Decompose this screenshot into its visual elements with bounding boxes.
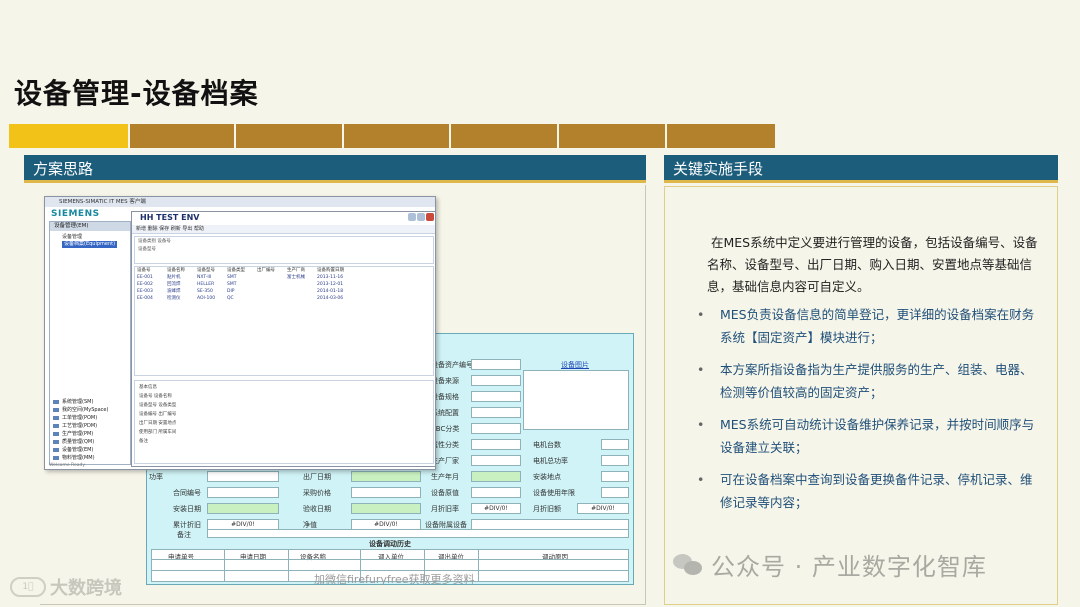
key-measures-heading: 关键实施手段 (664, 155, 1058, 183)
wechat-watermark: 公众号 · 产业数字化智库 (673, 546, 987, 582)
solution-panel-heading: 方案思路 (24, 155, 646, 183)
menu-item[interactable]: 设备管理(EM) (50, 446, 130, 454)
filter-area[interactable]: 设备类别 设备号 设备型号 (134, 236, 434, 264)
app-toolbar[interactable]: 新增 删除 保存 刷新 导出 帮助 (132, 225, 435, 234)
bullet-item: MES系统可自动统计设备维护保养记录，并按时间顺序与设备建立关联； (695, 413, 1040, 459)
table-row[interactable]: EE-001 贴片机 NXT-III SMT 富士机械 2013-11-16 (135, 274, 433, 281)
menu-item[interactable]: 系统管理(SM) (50, 398, 130, 406)
maximize-icon[interactable] (417, 213, 425, 221)
slide-title: 设备管理-设备档案 (14, 77, 259, 110)
detail-form[interactable]: 基本信息 设备号 设备名称 设备型号 设备类型 设备编号 出厂编号 出厂日期 安… (134, 380, 434, 464)
corner-brand-text: 大数跨境 (50, 578, 122, 599)
table-row[interactable]: EE-004 检测仪 AOI-100 QC 2014-03-06 (135, 295, 433, 302)
window-controls (408, 213, 434, 221)
brand-logo-icon: 1⃝ (10, 577, 46, 597)
equipment-photo-link[interactable]: 设备图片 (561, 360, 589, 370)
menu-item[interactable]: 生产管理(PM) (50, 430, 130, 438)
table-row[interactable]: EE-003 波峰焊 SE-350 DIP 2014-01-18 (135, 288, 433, 295)
equipment-grid: 设备号 设备名称 设备型号 设备类型 出厂编号 生产厂商 设备购置日期 EE-001 贴片机 N… (134, 266, 434, 376)
watermark-text: 加微信firefuryfree获取更多资料 (314, 573, 475, 586)
table-row[interactable]: EE-002 回流焊 HELLER SMT 2013-12-01 (135, 281, 433, 288)
wechat-account-text: 公众号 · 产业数字化智库 (711, 552, 987, 581)
siemens-logo: SIEMENS (51, 209, 100, 219)
app-window-title: SIEMENS-SIMATIC IT MES 客户端 (45, 197, 435, 207)
decorative-color-bar (9, 124, 779, 148)
bullet-list: MES负责设备信息的简单登记，更详细的设备档案在财务系统【固定资产】模块进行； … (695, 303, 1040, 523)
bullet-item: 本方案所指设备指为生产提供服务的生产、组装、电器、检测等价值较高的固定资产； (695, 358, 1040, 404)
menu-item[interactable]: 我的空间(MySpace) (50, 406, 130, 414)
nav-tree: 设备管理 设备档案(Equipment) (62, 234, 118, 248)
grid-header-row: 设备号 设备名称 设备型号 设备类型 出厂编号 生产厂商 设备购置日期 (137, 268, 344, 273)
menu-item[interactable]: 工艺管理(PDM) (50, 422, 130, 430)
menu-item[interactable]: 工单管理(POM) (50, 414, 130, 422)
app-navigation: 设备管理(EM) 设备管理 设备档案(Equipment) 系统管理(SM) 我… (49, 221, 131, 465)
intro-paragraph: 在MES系统中定义要进行管理的设备，包括设备编号、设备名称、设备型号、出厂日期、… (707, 235, 1038, 294)
minimize-icon[interactable] (408, 213, 416, 221)
key-measures-panel: 关键实施手段 在MES系统中定义要进行管理的设备，包括设备编号、设备名称、设备型… (664, 155, 1058, 605)
wechat-icon (673, 552, 703, 576)
close-icon[interactable] (426, 213, 434, 221)
equipment-list-window: HH TEST ENV 新增 删除 保存 刷新 导出 帮助 设备类别 设备号 设… (131, 211, 435, 467)
transfer-history-title: 设备调动历史 (369, 540, 411, 548)
equipment-photo-box (523, 370, 629, 430)
menu-item[interactable]: 物料管理(MM) (50, 454, 130, 462)
mes-client-screenshot: SIEMENS-SIMATIC IT MES 客户端 SIEMENS 设备管理(… (44, 196, 436, 470)
environment-title: HH TEST ENV (140, 213, 200, 222)
status-bar: Welcome Ready (49, 463, 85, 468)
bullet-item: MES负责设备信息的简单登记，更详细的设备档案在财务系统【固定资产】模块进行； (695, 303, 1040, 349)
module-menu: 系统管理(SM) 我的空间(MySpace) 工单管理(POM) 工艺管理(PD… (50, 398, 130, 462)
nav-tree-selected-item[interactable]: 设备档案(Equipment) (62, 241, 118, 248)
key-measures-body: 在MES系统中定义要进行管理的设备，包括设备编号、设备名称、设备型号、出厂日期、… (664, 186, 1058, 605)
corner-brand: 1⃝ 大数跨境 (10, 574, 122, 600)
menu-item[interactable]: 质量管理(QM) (50, 438, 130, 446)
bullet-item: 可在设备档案中查询到设备更换备件记录、停机记录、维修记录等内容； (695, 468, 1040, 514)
